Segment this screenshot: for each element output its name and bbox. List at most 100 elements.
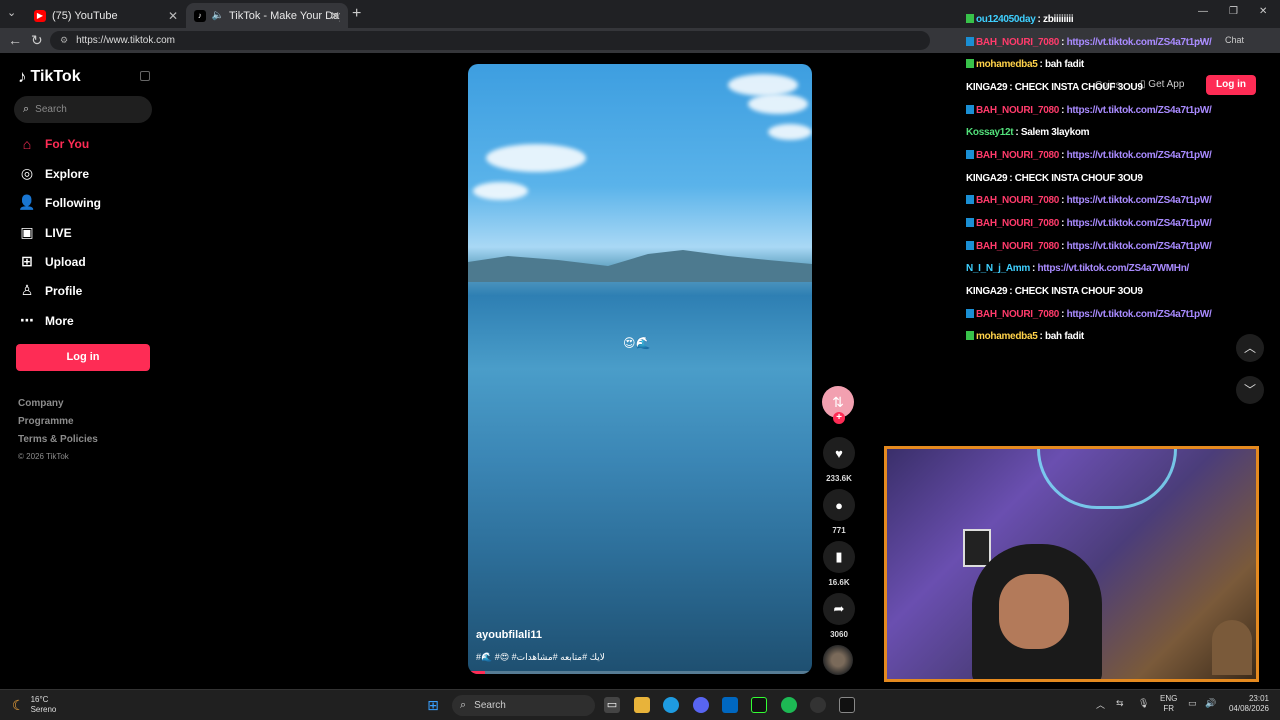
chat-badge-icon — [966, 14, 974, 23]
video-caption[interactable]: #🌊 #😍 #لايك #متابعه #مشاهدات — [476, 652, 605, 663]
chat-username: KINGA29 — [966, 286, 1008, 297]
close-icon[interactable]: ✕ — [330, 9, 340, 23]
footer-link-programme[interactable]: Programme — [18, 416, 74, 427]
chat-badge-icon — [966, 37, 974, 46]
site-info-icon[interactable]: ⚙ — [60, 35, 68, 46]
sidebar-item-live[interactable]: ▣ LIVE — [18, 224, 72, 241]
music-disc[interactable] — [823, 645, 853, 675]
chat-badge-icon — [966, 150, 974, 159]
close-window-icon[interactable]: ✕ — [1259, 6, 1267, 17]
capcut-icon[interactable] — [839, 697, 855, 713]
discord-icon[interactable] — [693, 697, 709, 713]
obs-icon[interactable] — [810, 697, 826, 713]
chat-username: Kossay12t — [966, 127, 1014, 138]
wifi-icon[interactable]: ▭ — [1188, 698, 1197, 709]
get-app-link[interactable]: ▯ Get App — [1140, 79, 1184, 90]
sidebar-item-following[interactable]: 👤 Following — [18, 194, 101, 211]
chat-link[interactable]: https://vt.tiktok.com/ZS4a7t1pW/ — [1067, 105, 1212, 116]
chat-badge-icon — [966, 59, 974, 68]
chat-message: BAH_NOURI_7080: https://vt.tiktok.com/ZS… — [966, 195, 1212, 206]
chat-message: KINGA29: CHECK INSTA CHOUF 3OU9 — [966, 82, 1143, 93]
close-icon[interactable]: ✕ — [168, 9, 178, 23]
windows-start-icon[interactable]: ⊞ — [425, 697, 441, 713]
back-icon[interactable]: ← — [8, 32, 22, 48]
chat-username: mohamedba5 — [976, 59, 1038, 70]
chat-text: CHECK INSTA CHOUF 3OU9 — [1014, 173, 1143, 184]
tab-youtube[interactable]: ▶ (75) YouTube ✕ — [26, 3, 186, 28]
chat-username: BAH_NOURI_7080 — [976, 218, 1060, 229]
reload-icon[interactable]: ↻ — [31, 32, 43, 49]
chat-message: KINGA29: CHECK INSTA CHOUF 3OU9 — [966, 173, 1143, 184]
chat-message: BAH_NOURI_7080: https://vt.tiktok.com/ZS… — [966, 37, 1212, 48]
chat-message: KINGA29: CHECK INSTA CHOUF 3OU9 — [966, 286, 1143, 297]
tiktok-icon: ♪ — [194, 9, 206, 22]
chat-link[interactable]: https://vt.tiktok.com/ZS4a7t1pW/ — [1067, 195, 1212, 206]
previous-video-button[interactable]: ︿ — [1236, 334, 1264, 362]
spotify-icon[interactable] — [781, 697, 797, 713]
save-button[interactable]: ▮ — [823, 541, 855, 573]
new-tab-button[interactable]: + — [352, 5, 361, 23]
sidebar-item-label: LIVE — [45, 225, 72, 240]
tab-youtube-label: (75) YouTube — [52, 9, 118, 22]
progress-fill — [468, 671, 486, 674]
sidebar-item-upload[interactable]: ⊞ Upload — [18, 253, 86, 270]
collapse-sidebar-icon[interactable] — [140, 71, 150, 81]
chat-button[interactable]: Chat — [1225, 35, 1244, 45]
follow-plus-icon[interactable]: + — [833, 412, 845, 424]
footer-link-terms[interactable]: Terms & Policies — [18, 434, 98, 445]
language-indicator[interactable]: ENG FR — [1160, 694, 1177, 714]
tab-tiktok[interactable]: ♪ 🔈 TikTok - Make Your Day ✕ — [186, 3, 348, 28]
tab-search-icon[interactable]: ⌄ — [7, 6, 16, 19]
file-explorer-icon[interactable] — [634, 697, 650, 713]
video-progress-bar[interactable] — [468, 671, 812, 674]
url-field[interactable]: ⚙ https://www.tiktok.com — [50, 31, 930, 50]
network-icon[interactable]: ⇆ — [1116, 698, 1124, 709]
minimize-icon[interactable]: — — [1198, 6, 1208, 17]
clock[interactable]: 23:01 04/08/2026 — [1225, 694, 1269, 714]
weather-widget[interactable]: ☾ 16°C Sereno — [12, 695, 56, 715]
maximize-icon[interactable]: ❐ — [1229, 6, 1238, 17]
edge-icon[interactable] — [663, 697, 679, 713]
speaker-icon[interactable]: 🔈 — [212, 10, 224, 21]
tray-chevron-icon[interactable]: ︿ — [1096, 698, 1105, 711]
chat-text: bah fadit — [1044, 59, 1084, 70]
chat-username: BAH_NOURI_7080 — [976, 195, 1060, 206]
chat-link[interactable]: https://vt.tiktok.com/ZS4a7WMHn/ — [1037, 263, 1189, 274]
share-count: 3060 — [830, 630, 848, 639]
header-login-button[interactable]: Log in — [1206, 75, 1256, 95]
video-player[interactable]: 😍🌊 ayoubfilali11 #🌊 #😍 #لايك #متابعه #مش… — [468, 64, 812, 674]
footer-link-company[interactable]: Company — [18, 398, 64, 409]
mic-icon[interactable]: 🎙 — [1138, 698, 1149, 709]
taskbar-search[interactable]: ⌕ Search — [452, 695, 595, 716]
sidebar-item-explore[interactable]: ◎ Explore — [18, 165, 89, 182]
chat-text: CHECK INSTA CHOUF 3OU9 — [1014, 286, 1143, 297]
sidebar-item-profile[interactable]: ♙ Profile — [18, 282, 83, 299]
comment-button[interactable]: ● — [823, 489, 855, 521]
nvidia-icon[interactable] — [751, 697, 767, 713]
search-input[interactable]: ⌕ Search — [14, 96, 152, 123]
store-icon[interactable] — [722, 697, 738, 713]
chat-username: BAH_NOURI_7080 — [976, 309, 1060, 320]
lang-bottom: FR — [1163, 704, 1174, 713]
tiktok-logo[interactable]: ♪ TikTok — [18, 67, 81, 87]
next-video-button[interactable]: ﹀ — [1236, 376, 1264, 404]
chat-text: bah fadit — [1044, 331, 1084, 342]
chat-message: N_I_N_j_Amm: https://vt.tiktok.com/ZS4a7… — [966, 263, 1189, 274]
sidebar-item-for-you[interactable]: ⌂ For You — [18, 136, 89, 152]
sidebar-item-label: More — [45, 313, 74, 328]
login-button[interactable]: Log in — [16, 344, 150, 371]
chat-link[interactable]: https://vt.tiktok.com/ZS4a7t1pW/ — [1067, 218, 1212, 229]
share-button[interactable]: ➦ — [823, 593, 855, 625]
home-icon: ⌂ — [22, 136, 32, 152]
chat-link[interactable]: https://vt.tiktok.com/ZS4a7t1pW/ — [1067, 37, 1212, 48]
chat-link[interactable]: https://vt.tiktok.com/ZS4a7t1pW/ — [1067, 150, 1212, 161]
video-author[interactable]: ayoubfilali11 — [476, 629, 542, 641]
sidebar-item-label: Following — [45, 195, 101, 210]
chat-link[interactable]: https://vt.tiktok.com/ZS4a7t1pW/ — [1067, 241, 1212, 252]
sidebar-item-more[interactable]: ⋯ More — [18, 312, 74, 329]
chat-link[interactable]: https://vt.tiktok.com/ZS4a7t1pW/ — [1067, 309, 1212, 320]
volume-icon[interactable]: 🔊 — [1205, 698, 1216, 709]
task-view-icon[interactable]: ▭ — [604, 697, 620, 713]
like-button[interactable]: ♥ — [823, 437, 855, 469]
chat-message: mohamedba5: bah fadit — [966, 59, 1084, 70]
